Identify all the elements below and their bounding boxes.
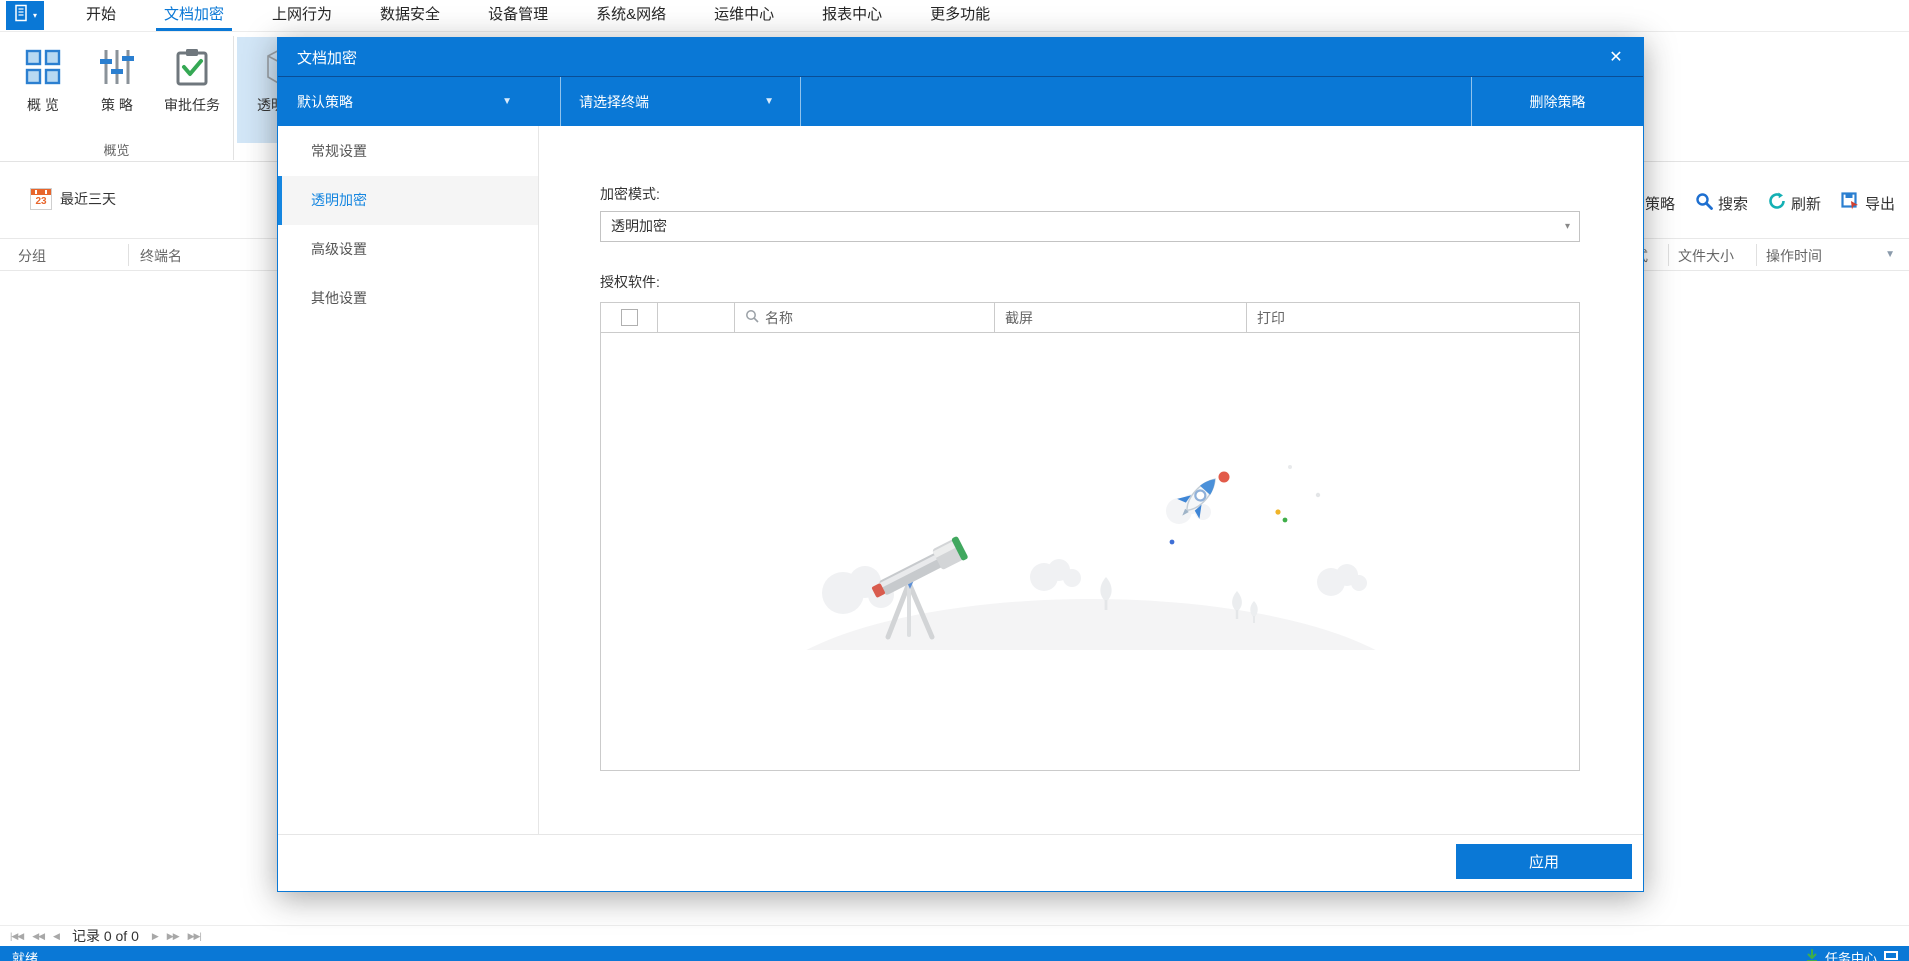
terminal-select[interactable]: 请选择终端 ▼ bbox=[561, 77, 801, 126]
sliders-icon bbox=[84, 41, 150, 93]
column-terminal[interactable]: 终端名 bbox=[140, 246, 182, 266]
apply-button[interactable]: 应用 bbox=[1456, 844, 1632, 879]
application-window: ▾ 开始 文档加密 上网行为 数据安全 设备管理 系统&网络 运维中心 报表中心… bbox=[0, 0, 1909, 961]
close-icon[interactable]: ✕ bbox=[1589, 38, 1643, 76]
search-icon bbox=[745, 309, 759, 326]
empty-state-illustration bbox=[806, 465, 1376, 650]
select-all-checkbox[interactable] bbox=[620, 309, 638, 326]
policy-select[interactable]: 默认策略 ▼ bbox=[278, 77, 561, 126]
export-icon bbox=[1841, 192, 1860, 214]
download-arrow-icon bbox=[1805, 949, 1819, 961]
status-ready-label: 就绪 bbox=[12, 951, 39, 961]
empty-column-cell bbox=[658, 303, 735, 332]
chevron-down-icon: ▼ bbox=[502, 96, 512, 107]
tab-web-behavior[interactable]: 上网行为 bbox=[248, 0, 356, 31]
encryption-mode-select[interactable]: 透明加密 ▾ bbox=[600, 211, 1580, 242]
grid-toolbar: 策略 搜索 刷新 导出 bbox=[1622, 192, 1895, 214]
search-tool-button[interactable]: 搜索 bbox=[1695, 192, 1748, 214]
chevron-down-icon: ▼ bbox=[764, 96, 774, 107]
sidebar-item-advanced-settings[interactable]: 高级设置 bbox=[278, 225, 538, 274]
refresh-tool-button[interactable]: 刷新 bbox=[1768, 192, 1821, 214]
dialog-main: 加密模式: 透明加密 ▾ 授权软件: 名称 截屏 打印 bbox=[540, 126, 1643, 834]
tab-more-features[interactable]: 更多功能 bbox=[906, 0, 1014, 31]
select-all-cell bbox=[601, 303, 658, 332]
next-page-icon[interactable]: ▶ bbox=[152, 931, 159, 942]
export-tool-button[interactable]: 导出 bbox=[1841, 192, 1895, 214]
screenshot-column-cell[interactable]: 截屏 bbox=[995, 303, 1247, 332]
column-filesize[interactable]: 文件大小 bbox=[1678, 246, 1734, 266]
chevron-down-icon: ▾ bbox=[1564, 221, 1570, 232]
dialog-footer: 应用 bbox=[278, 834, 1643, 891]
task-center-button[interactable]: 任务中心 bbox=[1825, 948, 1877, 961]
dialog-toolbar: 默认策略 ▼ 请选择终端 ▼ 删除策略 bbox=[278, 76, 1643, 126]
app-icon bbox=[13, 4, 31, 27]
prev-page-icon[interactable]: ◀ bbox=[53, 931, 60, 942]
name-column-cell[interactable]: 名称 bbox=[735, 303, 995, 332]
tab-ops-center[interactable]: 运维中心 bbox=[690, 0, 798, 31]
date-filter-label: 最近三天 bbox=[60, 191, 116, 207]
fast-prev-icon[interactable]: ◀◀ bbox=[32, 931, 45, 942]
ribbon-group-label: 概览 bbox=[103, 143, 130, 158]
dialog-body: 常规设置 透明加密 高级设置 其他设置 加密模式: 透明加密 ▾ 授权软件: 名… bbox=[278, 126, 1643, 834]
column-chooser-caret-icon[interactable]: ▼ bbox=[1885, 249, 1895, 260]
column-group[interactable]: 分组 bbox=[18, 246, 46, 266]
tab-system-network[interactable]: 系统&网络 bbox=[572, 0, 690, 31]
fast-next-icon[interactable]: ▶▶ bbox=[167, 931, 180, 942]
delete-policy-button[interactable]: 删除策略 bbox=[1471, 77, 1643, 126]
software-table-header: 名称 截屏 打印 bbox=[601, 303, 1579, 333]
menu-tabs: 开始 文档加密 上网行为 数据安全 设备管理 系统&网络 运维中心 报表中心 更… bbox=[62, 0, 1014, 31]
calendar-icon: 23 bbox=[30, 188, 52, 210]
dialog-sidebar: 常规设置 透明加密 高级设置 其他设置 bbox=[278, 126, 539, 834]
status-bar: 就绪 任务中心 bbox=[0, 946, 1909, 961]
tab-document-encryption[interactable]: 文档加密 bbox=[140, 0, 248, 31]
tab-data-security[interactable]: 数据安全 bbox=[356, 0, 464, 31]
first-page-icon[interactable]: |◀◀ bbox=[10, 931, 24, 942]
app-menu-caret-icon: ▾ bbox=[32, 11, 37, 20]
encryption-mode-label: 加密模式: bbox=[600, 186, 660, 202]
ribbon-overview-button[interactable]: 概 览 bbox=[8, 37, 78, 137]
dialog-title-bar: 文档加密 ✕ bbox=[278, 38, 1643, 76]
search-icon bbox=[1695, 192, 1713, 214]
sidebar-item-other-settings[interactable]: 其他设置 bbox=[278, 274, 538, 323]
last-page-icon[interactable]: ▶▶| bbox=[188, 931, 202, 942]
refresh-icon bbox=[1768, 192, 1786, 214]
dialog-title: 文档加密 bbox=[297, 49, 358, 67]
tab-report-center[interactable]: 报表中心 bbox=[798, 0, 906, 31]
menu-bar: ▾ 开始 文档加密 上网行为 数据安全 设备管理 系统&网络 运维中心 报表中心… bbox=[0, 0, 1909, 32]
ribbon-policy-button[interactable]: 策 略 bbox=[84, 37, 150, 137]
record-count-label: 记录 0 of 0 bbox=[71, 928, 139, 944]
print-column-cell[interactable]: 打印 bbox=[1247, 303, 1579, 332]
pagination-bar: |◀◀ ◀◀ ◀ 记录 0 of 0 ▶ ▶▶ ▶▶| bbox=[0, 925, 1909, 946]
document-encryption-dialog: 文档加密 ✕ 默认策略 ▼ 请选择终端 ▼ 删除策略 常规设置 透明加密 高级设… bbox=[277, 37, 1644, 892]
software-table-body-empty bbox=[601, 333, 1579, 771]
column-optime[interactable]: 操作时间 bbox=[1766, 246, 1822, 266]
sidebar-item-transparent-encryption[interactable]: 透明加密 bbox=[278, 176, 538, 225]
ribbon-approval-button[interactable]: 审批任务 bbox=[152, 37, 232, 137]
ribbon-group-divider bbox=[233, 36, 234, 160]
date-filter[interactable]: 23 最近三天 bbox=[30, 188, 116, 210]
grid-icon bbox=[8, 41, 78, 93]
authorized-software-table: 名称 截屏 打印 bbox=[600, 302, 1580, 771]
monitor-icon[interactable] bbox=[1883, 950, 1899, 961]
app-menu-button[interactable]: ▾ bbox=[6, 1, 44, 30]
authorized-software-label: 授权软件: bbox=[600, 274, 660, 290]
active-tab-underline bbox=[156, 28, 233, 31]
tab-device-management[interactable]: 设备管理 bbox=[464, 0, 572, 31]
clipboard-check-icon bbox=[152, 41, 232, 93]
sidebar-item-general-settings[interactable]: 常规设置 bbox=[278, 127, 538, 176]
tab-start[interactable]: 开始 bbox=[62, 0, 140, 31]
